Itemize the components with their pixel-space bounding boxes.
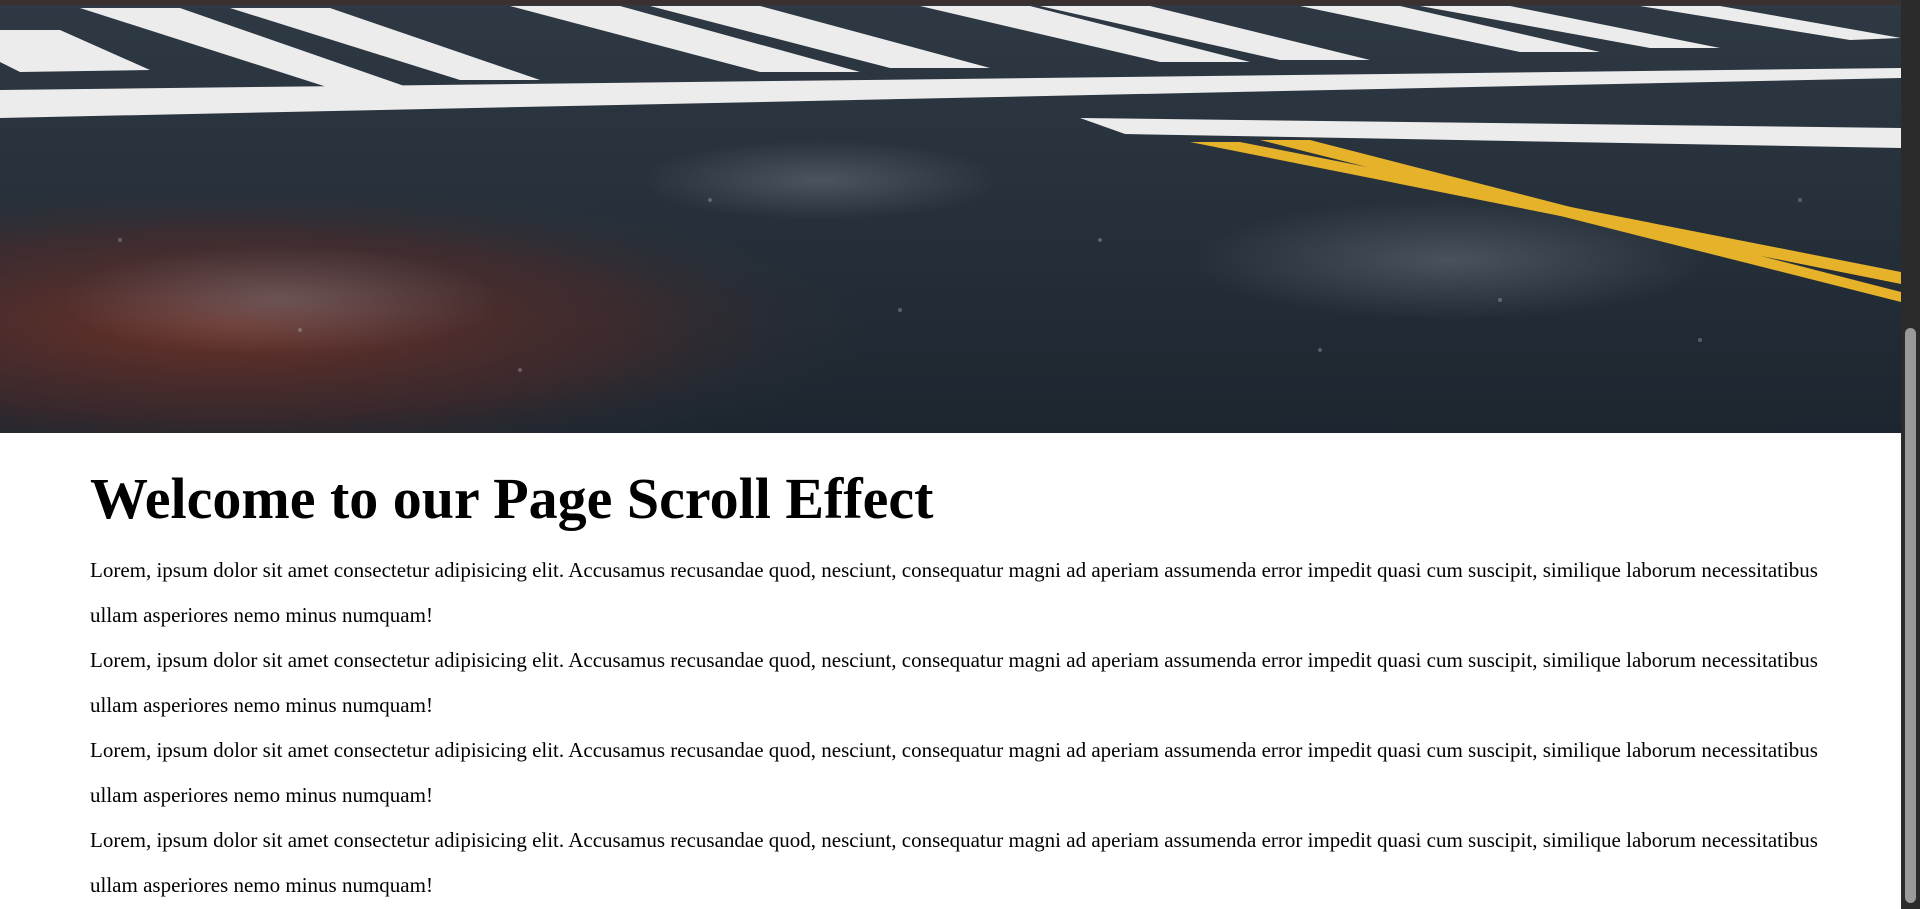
page-viewport: Welcome to our Page Scroll Effect Lorem,… xyxy=(0,0,1920,909)
body-paragraph: Lorem, ipsum dolor sit amet consectetur … xyxy=(90,558,1818,627)
hero-image xyxy=(0,0,1901,433)
body-paragraph: Lorem, ipsum dolor sit amet consectetur … xyxy=(90,828,1818,897)
main-content: Welcome to our Page Scroll Effect Lorem,… xyxy=(90,456,1820,908)
body-paragraph: Lorem, ipsum dolor sit amet consectetur … xyxy=(90,738,1818,807)
page-heading: Welcome to our Page Scroll Effect xyxy=(90,466,934,531)
hero-top-edge xyxy=(0,0,1901,5)
scrollbar-thumb[interactable] xyxy=(1905,328,1916,903)
body-paragraph: Lorem, ipsum dolor sit amet consectetur … xyxy=(90,648,1818,717)
road-crosswalk-photo xyxy=(0,0,1901,433)
vertical-scrollbar[interactable] xyxy=(1901,0,1920,909)
